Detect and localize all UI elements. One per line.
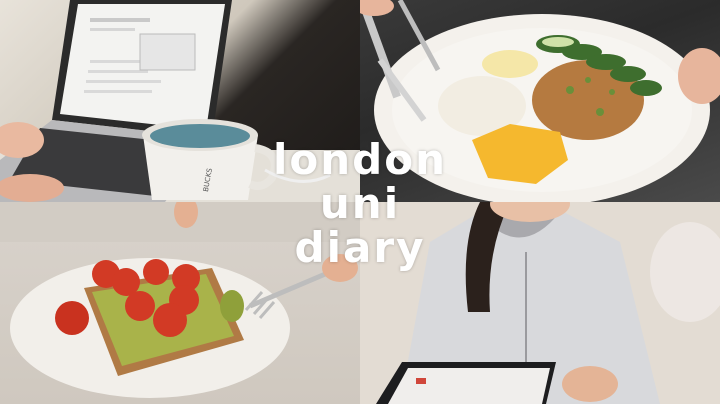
tomato-loose bbox=[55, 301, 89, 335]
title-line-uni: uni bbox=[319, 179, 401, 228]
title-line-london: london bbox=[273, 135, 447, 184]
title-line-diary: diary bbox=[294, 223, 426, 272]
hand bbox=[562, 366, 618, 402]
thumbnail-collage: BUCKS london uni diary bbox=[0, 0, 720, 404]
video-title: london uni diary bbox=[0, 138, 720, 270]
